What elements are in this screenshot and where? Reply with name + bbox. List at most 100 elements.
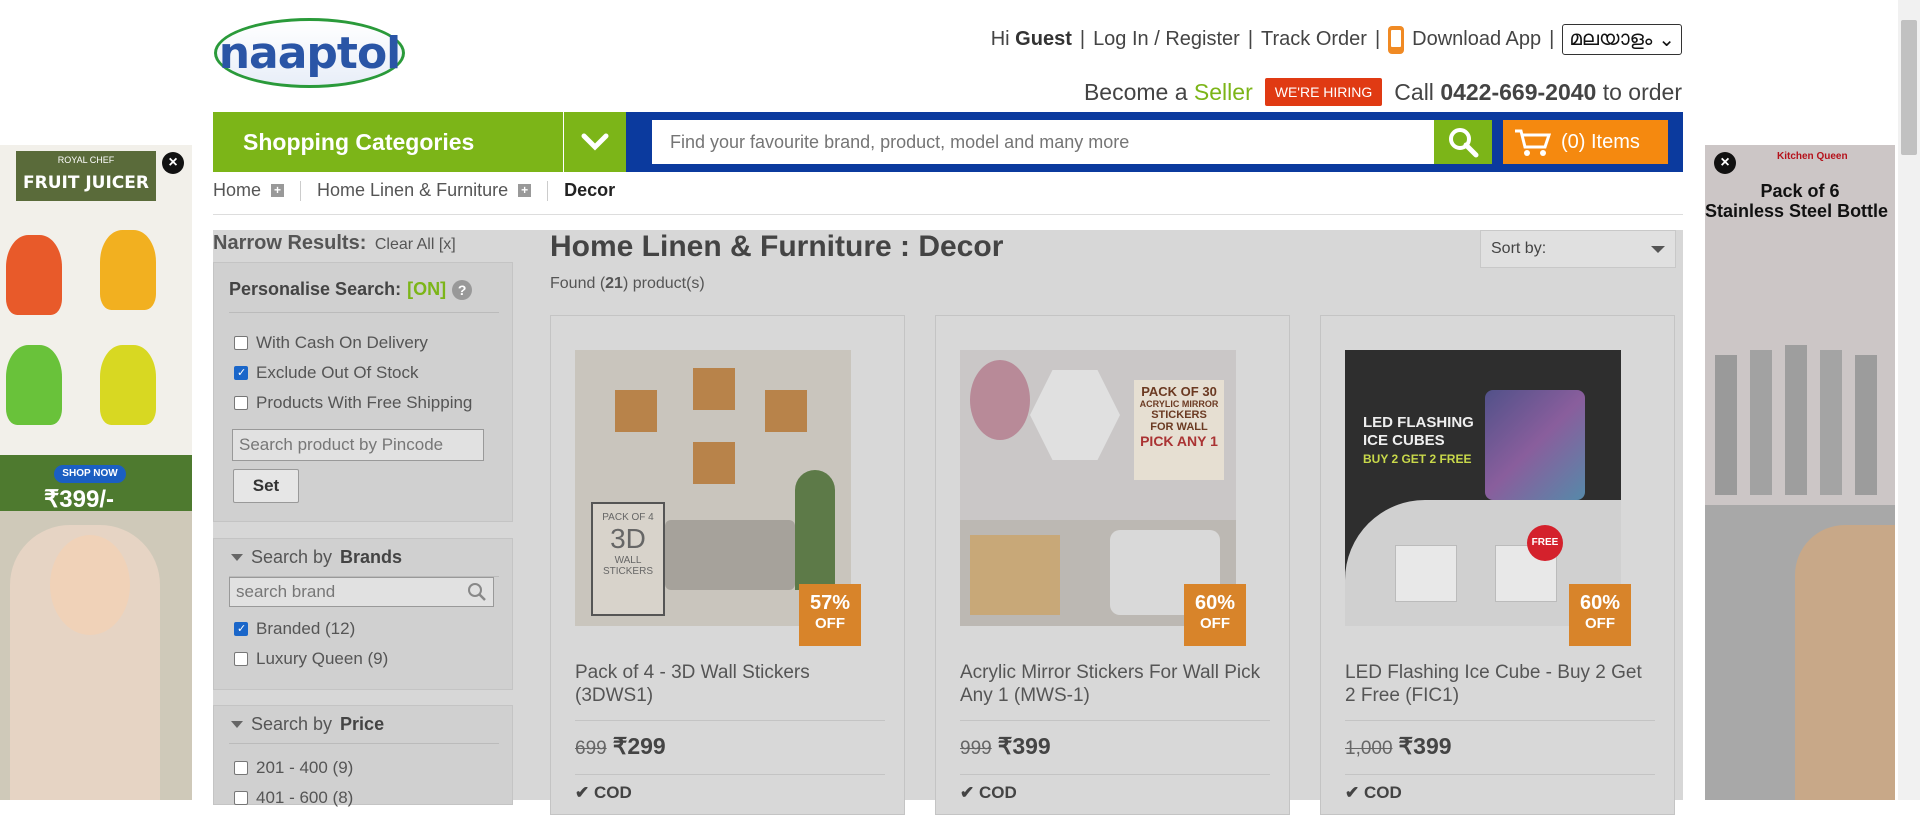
price: ₹399 <box>1398 733 1452 759</box>
brand-search-input[interactable]: search brand <box>229 577 494 607</box>
search-input[interactable] <box>652 120 1434 164</box>
brand-luxury-queen[interactable]: Luxury Queen (9) <box>234 649 388 669</box>
product-name[interactable]: LED Flashing Ice Cube - Buy 2 Get 2 Free… <box>1345 661 1655 707</box>
personalise-heading: Personalise Search: [ON] ? <box>229 279 473 300</box>
collapse-icon <box>231 554 243 561</box>
pincode-input[interactable]: Search product by Pincode <box>232 429 484 461</box>
price-401-600[interactable]: 401 - 600 (8) <box>234 788 353 808</box>
cod-tag: ✔ COD <box>575 774 885 803</box>
close-icon[interactable]: × <box>162 152 184 174</box>
ad-brand: ROYAL CHEF <box>57 155 115 165</box>
price-filter-panel: Search by Price 201 - 400 (9) 401 - 600 … <box>213 705 513 807</box>
checkbox[interactable] <box>234 652 248 666</box>
mrp: 699 <box>575 738 607 759</box>
divider <box>547 180 549 201</box>
filter-free-shipping[interactable]: Products With Free Shipping <box>234 393 472 413</box>
price: ₹299 <box>612 733 666 759</box>
login-link[interactable]: Log In / Register <box>1093 28 1240 51</box>
divider <box>213 214 1683 215</box>
close-icon[interactable]: × <box>1714 152 1736 174</box>
breadcrumb-section[interactable]: Home Linen & Furniture <box>317 180 508 201</box>
scrollbar-thumb[interactable] <box>1901 20 1917 155</box>
product-name[interactable]: Acrylic Mirror Stickers For Wall Pick An… <box>960 661 1270 707</box>
cart-button[interactable]: (0) Items <box>1503 120 1668 164</box>
checkbox[interactable] <box>234 761 248 775</box>
price-list: 201 - 400 (9) 401 - 600 (8) <box>234 748 353 818</box>
breadcrumb-current: Decor <box>564 180 616 200</box>
price-row: 1,000 ₹399 <box>1345 720 1655 760</box>
hiring-button[interactable]: WE'RE HIRING <box>1264 78 1383 106</box>
price-heading[interactable]: Search by Price <box>231 714 384 735</box>
chevron-down-icon <box>1651 245 1665 253</box>
brands-heading[interactable]: Search by Brands <box>231 547 402 568</box>
price-201-400[interactable]: 201 - 400 (9) <box>234 758 353 778</box>
checkbox[interactable] <box>234 336 248 350</box>
right-advertisement[interactable]: Kitchen Queen Pack of 6 Stainless Steel … <box>1705 145 1895 800</box>
ad-title: FRUIT JUICER <box>23 173 149 193</box>
product-card[interactable]: PACK OF 4 3D WALL STICKERS 57% OFF Pack o… <box>550 315 905 815</box>
left-advertisement[interactable]: ROYAL CHEF FRUIT JUICER SHOP NOW ₹399/- <box>0 145 192 800</box>
filter-cod[interactable]: With Cash On Delivery <box>234 333 472 353</box>
divider <box>300 180 302 201</box>
filter-list: With Cash On Delivery Exclude Out Of Sto… <box>234 323 472 423</box>
plus-icon[interactable]: + <box>271 184 285 197</box>
call-to-order: Call 0422-669-2040 to order <box>1394 78 1682 105</box>
ad-brand: Kitchen Queen <box>1777 151 1848 162</box>
track-order-link[interactable]: Track Order <box>1261 28 1367 51</box>
search-button[interactable] <box>1434 120 1492 164</box>
price-row: 999 ₹399 <box>960 720 1270 760</box>
checkbox[interactable] <box>234 791 248 805</box>
plus-icon[interactable]: + <box>518 184 532 197</box>
cart-icon <box>1515 129 1551 156</box>
search-icon <box>468 583 486 601</box>
ad-price: ₹399/- <box>44 486 114 513</box>
download-app-link[interactable]: Download App <box>1412 28 1541 51</box>
narrow-results-heading: Narrow Results: Clear All [x] <box>213 232 456 254</box>
discount-badge: 60% OFF <box>1569 584 1631 646</box>
cod-tag: ✔ COD <box>960 774 1270 803</box>
ad-subtitle: Stainless Steel Bottle <box>1705 201 1889 221</box>
checkbox[interactable] <box>234 396 248 410</box>
mrp: 999 <box>960 738 992 759</box>
categories-dropdown-button[interactable] <box>563 112 626 172</box>
ad-title: Pack of 6 <box>1760 181 1840 201</box>
checkbox[interactable] <box>234 366 248 380</box>
breadcrumb-home[interactable]: Home <box>213 180 261 201</box>
language-select[interactable]: മലയാളം ⌄ <box>1562 24 1682 55</box>
discount-badge: 57% OFF <box>799 584 861 646</box>
logo-text: naaptol <box>218 27 402 79</box>
breadcrumb: Home + Home Linen & Furniture + Decor <box>213 180 615 201</box>
checkbox[interactable] <box>234 622 248 636</box>
help-icon[interactable]: ? <box>452 279 473 300</box>
search-icon <box>1449 128 1479 158</box>
greeting: Hi Guest <box>990 28 1072 50</box>
product-name[interactable]: Pack of 4 - 3D Wall Stickers (3DWS1) <box>575 661 885 707</box>
mrp: 1,000 <box>1345 738 1393 759</box>
product-card[interactable]: LED FLASHING ICE CUBES BUY 2 GET 2 FREE … <box>1320 315 1675 815</box>
price-row: 699 ₹299 <box>575 720 885 760</box>
phone-icon <box>1388 25 1405 54</box>
brand-branded[interactable]: Branded (12) <box>234 619 388 639</box>
cart-count: (0) Items <box>1561 130 1640 153</box>
page-title: Home Linen & Furniture : Decor <box>550 230 1004 263</box>
discount-badge: 60% OFF <box>1184 584 1246 646</box>
result-count: Found (21) product(s) <box>550 275 705 292</box>
sort-dropdown[interactable]: Sort by: <box>1480 230 1676 268</box>
brand-filter-panel: Search by Brands search brand Branded (1… <box>213 538 513 690</box>
seller-line: Become a Seller WE'RE HIRING Call 0422-6… <box>1084 78 1682 106</box>
brand-list: Branded (12) Luxury Queen (9) <box>234 609 388 679</box>
become-seller-link[interactable]: Become a Seller <box>1084 79 1253 106</box>
price: ₹399 <box>997 733 1051 759</box>
personalise-panel: Personalise Search: [ON] ? With Cash On … <box>213 262 513 522</box>
chevron-down-icon: ⌄ <box>1658 29 1675 51</box>
shopping-categories-button[interactable]: Shopping Categories <box>213 112 563 172</box>
set-button[interactable]: Set <box>233 469 299 503</box>
naaptol-logo[interactable]: naaptol <box>214 18 405 88</box>
clear-all-link[interactable]: Clear All [x] <box>375 236 456 253</box>
cod-tag: ✔ COD <box>1345 774 1655 803</box>
product-card[interactable]: PACK OF 30 ACRYLIC MIRROR STICKERS FOR W… <box>935 315 1290 815</box>
ad-model-image <box>1795 525 1895 800</box>
collapse-icon <box>231 721 243 728</box>
filter-exclude-out-of-stock[interactable]: Exclude Out Of Stock <box>234 363 472 383</box>
ad-shop-now-button[interactable]: SHOP NOW <box>54 465 126 483</box>
